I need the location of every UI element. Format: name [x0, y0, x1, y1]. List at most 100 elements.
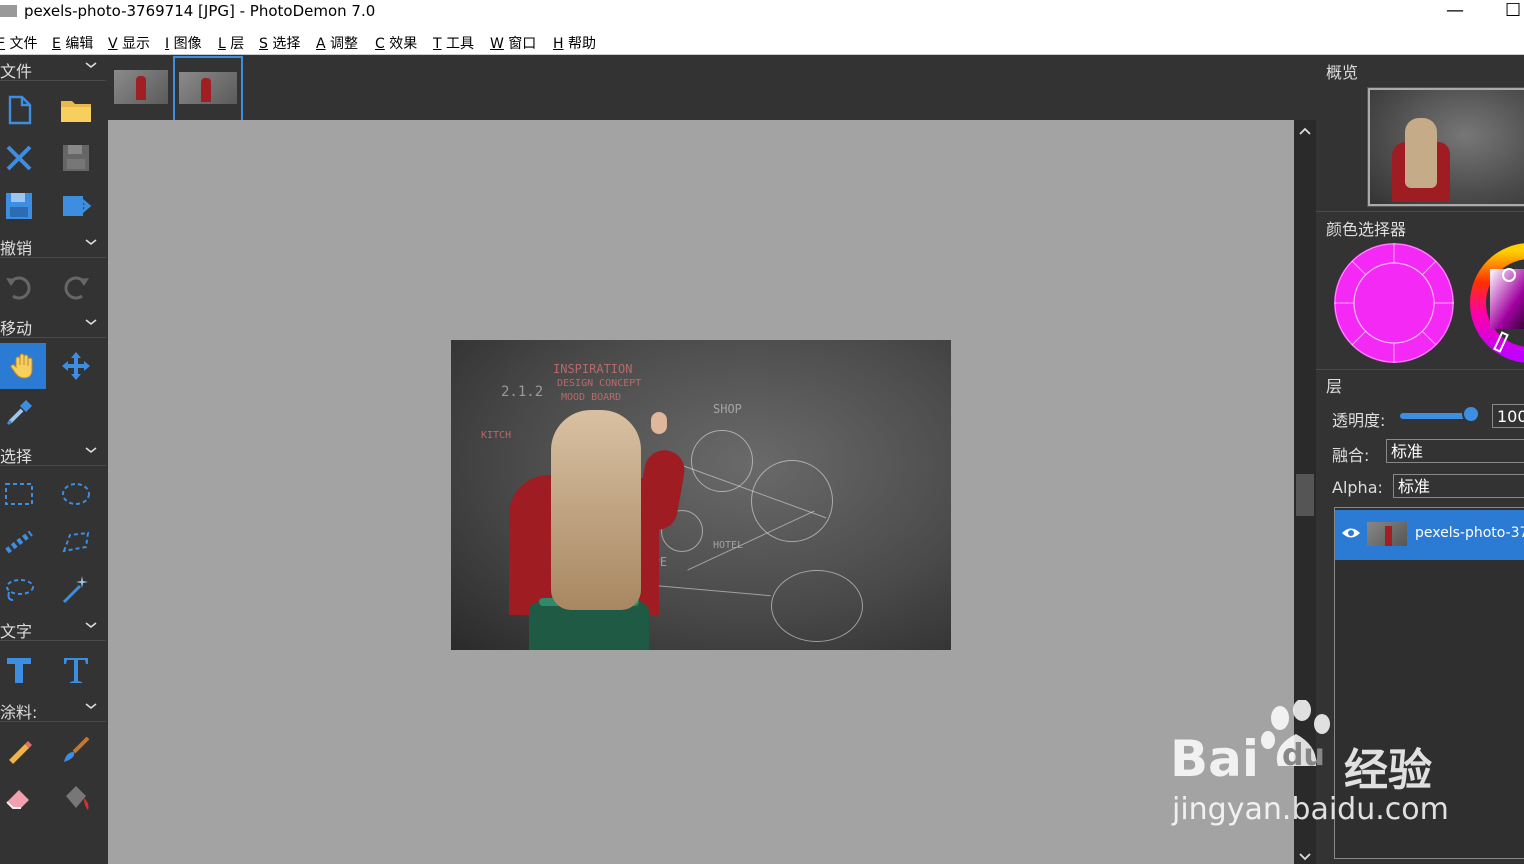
chevron-down-icon [85, 447, 97, 454]
ellipse-select-button[interactable] [53, 471, 99, 517]
opacity-slider-knob[interactable] [1462, 405, 1480, 423]
pencil-tool-button[interactable] [0, 727, 42, 773]
chevron-down-icon [85, 319, 97, 326]
layers-title: 层 [1326, 377, 1343, 396]
menu-bar: F 文件 E 编辑 V 显示 I 图像 L 层 S 选择 A 调整 C 效果 T… [0, 30, 1524, 55]
rect-select-button[interactable] [0, 471, 42, 517]
image-canvas[interactable]: INSPIRATION DESIGN CONCEPT MOOD BOARD SH… [451, 340, 951, 650]
layer-row[interactable]: pexels-photo-3769714 [1335, 510, 1524, 560]
hand-tool-button[interactable] [0, 343, 46, 389]
maximize-icon[interactable]: ☐ [1505, 0, 1521, 22]
lasso-select-button[interactable] [0, 567, 42, 613]
menu-view[interactable]: V 显示 [108, 33, 150, 53]
image-tab-strip [108, 55, 1316, 124]
magic-wand-button[interactable] [53, 567, 99, 613]
rect-select-icon [5, 483, 33, 505]
toolbox: 文件 撤销 移动 选择 文字 涂料: [0, 55, 108, 864]
chalk-text: KITCH [481, 430, 512, 441]
new-image-button[interactable] [0, 87, 42, 133]
chalk-text: MOOD BOARD [561, 392, 622, 403]
layer-name: pexels-photo-3769714 [1415, 525, 1524, 541]
scroll-up-icon[interactable] [1299, 126, 1311, 136]
text-icon [7, 658, 31, 683]
close-image-button[interactable] [0, 135, 42, 181]
image-tab-thumbnail-active[interactable] [173, 56, 243, 124]
primary-color-swatch[interactable] [1332, 241, 1456, 365]
menu-adjust[interactable]: A 调整 [316, 33, 358, 53]
menu-window[interactable]: W 窗口 [490, 33, 536, 53]
layer-list[interactable]: pexels-photo-3769714 [1334, 507, 1524, 859]
eraser-icon [6, 790, 29, 809]
canvas-viewport[interactable]: INSPIRATION DESIGN CONCEPT MOOD BOARD SH… [108, 120, 1294, 864]
menu-effects[interactable]: C 效果 [375, 33, 417, 53]
blend-mode-select[interactable]: 标准 [1386, 439, 1524, 463]
open-image-button[interactable] [53, 87, 99, 133]
export-button[interactable] [53, 183, 99, 229]
move-tool-button[interactable] [53, 343, 99, 389]
scroll-down-icon[interactable] [1299, 852, 1311, 862]
magic-wand-icon [62, 576, 88, 604]
chevron-down-icon [85, 239, 97, 246]
paint-bucket-icon [66, 786, 89, 810]
eye-icon[interactable] [1341, 526, 1361, 540]
redo-button[interactable] [53, 263, 99, 309]
app-icon [0, 5, 17, 17]
save-button[interactable] [53, 135, 99, 181]
menu-file[interactable]: F 文件 [0, 33, 38, 53]
toolbox-section-text[interactable]: 文字 [0, 615, 106, 641]
blend-label: 融合: [1332, 446, 1370, 465]
basic-text-button[interactable] [0, 647, 42, 693]
chalk-circle [771, 570, 863, 642]
paintbrush-tool-button[interactable] [53, 727, 99, 773]
hue-wheel[interactable] [1468, 241, 1524, 365]
menu-help[interactable]: H 帮助 [553, 33, 596, 53]
vertical-scrollbar[interactable] [1294, 120, 1316, 864]
toolbox-section-paint[interactable]: 涂料: [0, 696, 106, 722]
menu-edit[interactable]: E 编辑 [52, 33, 93, 53]
export-icon [63, 196, 92, 216]
chalk-text: SHOP [713, 402, 742, 416]
alpha-mode-select[interactable]: 标准 [1393, 474, 1524, 498]
polygon-select-button[interactable] [53, 519, 99, 565]
line-select-button[interactable] [0, 519, 42, 565]
title-bar: pexels-photo-3769714 [JPG] - PhotoDemon … [0, 0, 1524, 30]
toolbox-section-select[interactable]: 选择 [0, 440, 106, 466]
hand-icon [10, 353, 33, 379]
menu-image[interactable]: I 图像 [165, 33, 202, 53]
menu-select[interactable]: S 选择 [259, 33, 300, 53]
eraser-tool-button[interactable] [0, 775, 42, 821]
pencil-icon [7, 741, 32, 764]
chalk-circle [691, 430, 753, 492]
undo-button[interactable] [0, 263, 42, 309]
overview-navigator[interactable] [1367, 87, 1524, 207]
new-file-icon [8, 95, 32, 125]
save-copy-button[interactable] [0, 183, 42, 229]
redo-icon [64, 276, 89, 300]
folder-icon [61, 101, 91, 122]
menu-layer[interactable]: L 层 [218, 33, 244, 53]
menu-tools[interactable]: T 工具 [433, 33, 474, 53]
layer-thumbnail [1367, 522, 1407, 546]
minimize-icon[interactable]: — [1446, 0, 1464, 22]
color-selector-title: 颜色选择器 [1326, 220, 1407, 239]
chalk-line [651, 584, 771, 597]
toolbox-section-undo[interactable]: 撤销 [0, 232, 106, 258]
opacity-input[interactable]: 100 [1492, 404, 1524, 428]
chalk-text: INSPIRATION [553, 362, 633, 376]
scrollbar-thumb[interactable] [1296, 474, 1314, 516]
lasso-icon [6, 579, 34, 601]
image-tab-thumbnail[interactable] [114, 70, 168, 104]
chalk-text: 2.1.2 [501, 384, 544, 400]
toolbox-section-file[interactable]: 文件 [0, 55, 106, 81]
paintbrush-icon [64, 736, 90, 762]
color-picker-tool-button[interactable] [0, 390, 42, 436]
opacity-label: 透明度: [1332, 411, 1386, 430]
chevron-down-icon [85, 62, 97, 69]
chalk-text: DESIGN CONCEPT [557, 378, 642, 389]
typography-text-button[interactable] [53, 647, 99, 693]
toolbox-section-move[interactable]: 移动 [0, 312, 106, 338]
alpha-label: Alpha: [1332, 478, 1383, 497]
polygon-select-icon [62, 531, 90, 553]
fill-tool-button[interactable] [53, 775, 99, 821]
close-icon [6, 145, 32, 171]
